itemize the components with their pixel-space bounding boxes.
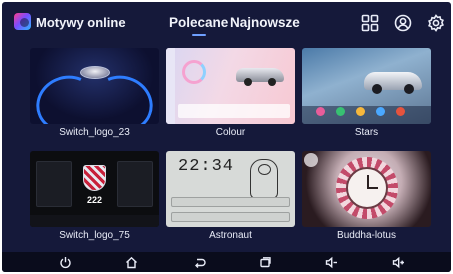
theme-thumbnail: 222: [30, 151, 159, 227]
dock-preview: [171, 212, 290, 222]
car-logo-badge: [80, 66, 110, 79]
grid-icon[interactable]: [361, 14, 379, 32]
app-dot: [316, 107, 325, 116]
volume-up-icon[interactable]: [392, 256, 405, 269]
theme-name: Colour: [215, 127, 246, 138]
car-image: [236, 68, 284, 86]
clock-readout: 22:34: [178, 157, 235, 176]
gear-icon[interactable]: [427, 14, 445, 32]
user-icon[interactable]: [394, 14, 412, 32]
music-ring-preview: [182, 60, 206, 84]
car-logo-shield: [83, 165, 106, 191]
back-icon[interactable]: [193, 256, 206, 269]
speed-readout: 222: [86, 195, 103, 205]
app-dot: [376, 107, 385, 116]
theme-card-buddha-lotus[interactable]: Buddha-lotus: [302, 151, 431, 241]
launcher-screen: Motywy online Polecane Najnowsze Switch_…: [2, 2, 451, 272]
theme-thumbnail: 22:34: [166, 151, 295, 227]
theme-name: Switch_logo_75: [59, 230, 130, 241]
system-nav-bar: [2, 252, 451, 272]
volume-down-icon[interactable]: [325, 256, 338, 269]
car-image: [364, 72, 422, 94]
theme-thumbnail: [30, 48, 159, 124]
theme-card-astronaut[interactable]: 22:34 Astronaut: [166, 151, 295, 241]
app-dot: [336, 107, 345, 116]
header: Motywy online Polecane Najnowsze: [2, 2, 451, 44]
moon-illustration: [304, 153, 318, 167]
player-bar-preview: [171, 197, 290, 207]
theme-thumbnail: [302, 151, 431, 227]
active-tab-indicator: [192, 34, 206, 36]
theme-thumbnail: [166, 48, 295, 124]
power-icon[interactable]: [59, 256, 72, 269]
tab-latest[interactable]: Najnowsze: [230, 15, 300, 30]
home-icon[interactable]: [125, 256, 138, 269]
widget-bar-preview: [178, 104, 290, 118]
theme-card-switch-logo-23[interactable]: Switch_logo_23: [30, 48, 159, 138]
astronaut-illustration: [250, 159, 278, 199]
theme-name: Switch_logo_23: [59, 127, 130, 138]
app-dot: [356, 107, 365, 116]
theme-card-switch-logo-75[interactable]: 222 Switch_logo_75: [30, 151, 159, 241]
tab-recommended[interactable]: Polecane: [169, 15, 228, 30]
bottom-bar-preview: [30, 215, 159, 227]
app-logo-icon: [14, 13, 31, 30]
theme-name: Buddha-lotus: [337, 230, 396, 241]
app-dot: [396, 107, 405, 116]
clock-face: [346, 167, 388, 209]
theme-name: Stars: [354, 127, 379, 138]
sidebar-preview: [166, 48, 175, 124]
theme-card-stars[interactable]: Stars: [302, 48, 431, 138]
theme-card-colour[interactable]: Colour: [166, 48, 295, 138]
app-title: Motywy online: [36, 15, 126, 30]
theme-thumbnail: [302, 48, 431, 124]
recents-icon[interactable]: [259, 256, 272, 269]
theme-name: Astronaut: [209, 230, 252, 241]
